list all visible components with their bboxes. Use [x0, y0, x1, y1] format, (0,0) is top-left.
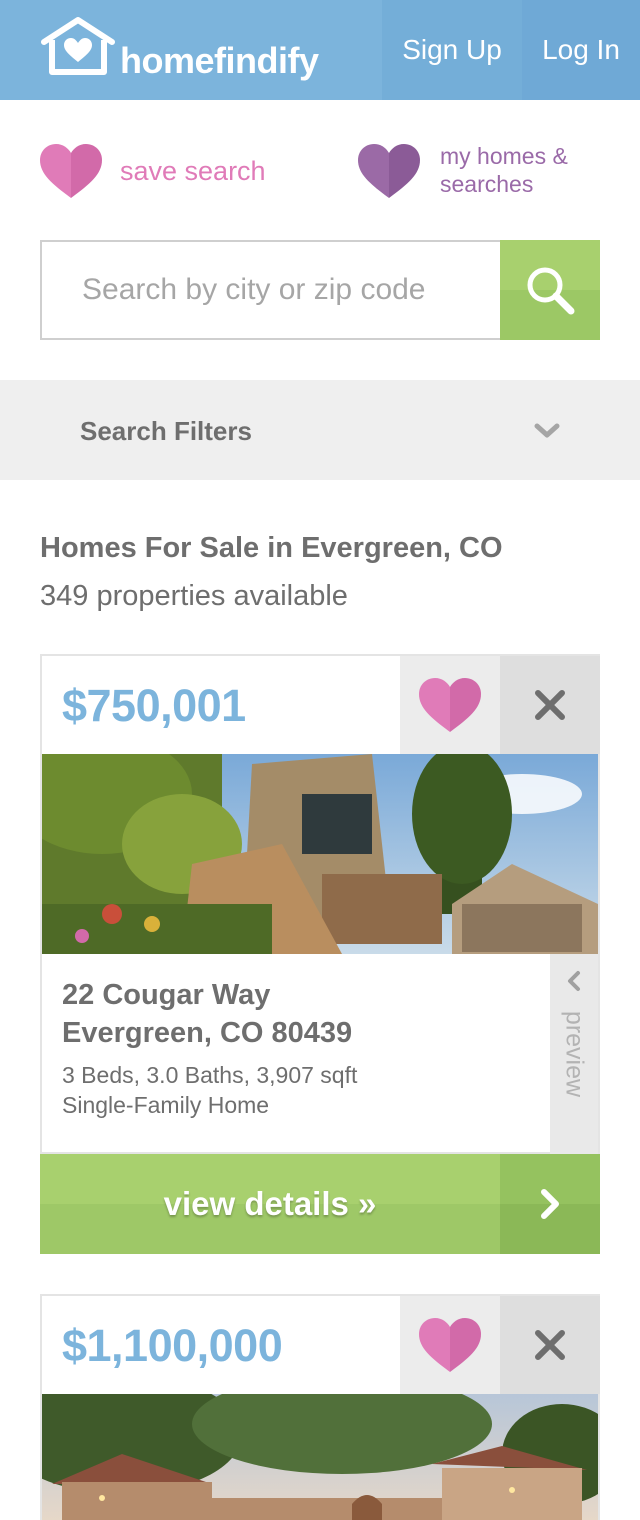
listing-specs: 3 Beds, 3.0 Baths, 3,907 sqft — [62, 1062, 358, 1088]
listing-address: 22 Cougar Way Evergreen, CO 80439 — [62, 976, 542, 1052]
preview-label: preview — [560, 1010, 589, 1098]
my-homes-label: my homes & searches — [440, 143, 568, 197]
listing-price: $1,100,000 — [62, 1320, 283, 1371]
sign-up-button[interactable]: Sign Up — [382, 0, 522, 100]
listing-street: 22 Cougar Way — [62, 979, 271, 1011]
listing-photo[interactable] — [42, 1394, 598, 1520]
house-heart-icon — [41, 17, 115, 75]
heart-icon — [419, 678, 481, 732]
listing-photo[interactable] — [42, 754, 598, 954]
view-details-arrow[interactable] — [500, 1154, 600, 1254]
listing-card-header: $1,100,000 — [42, 1296, 600, 1394]
preview-tab[interactable]: preview — [550, 954, 598, 1154]
chevron-right-icon — [541, 1189, 559, 1219]
save-search-button[interactable]: save search — [40, 140, 320, 200]
brand-name: homefindify — [120, 40, 319, 81]
listing-city: Evergreen, CO 80439 — [62, 1017, 353, 1049]
hide-listing-button[interactable] — [500, 656, 600, 754]
log-in-button[interactable]: Log In — [522, 0, 640, 100]
close-icon — [535, 690, 565, 720]
save-search-label: save search — [120, 156, 266, 186]
my-homes-button[interactable]: my homes & searches — [358, 140, 618, 206]
page: homefindify Sign Up Log In save search m… — [0, 0, 640, 1520]
search-button[interactable] — [500, 240, 600, 340]
favorite-button[interactable] — [400, 1296, 500, 1394]
heart-icon — [358, 144, 420, 198]
results-count: 349 properties available — [40, 580, 348, 612]
search-input[interactable] — [40, 240, 502, 340]
listing-card: $1,100,000 — [40, 1294, 600, 1520]
listing-info[interactable]: 22 Cougar Way Evergreen, CO 80439 3 Beds… — [42, 954, 598, 1154]
listing-price: $750,001 — [62, 680, 246, 731]
hide-listing-button[interactable] — [500, 1296, 600, 1394]
heart-icon — [40, 144, 102, 198]
close-icon — [535, 1330, 565, 1360]
view-details-main[interactable]: view details » — [40, 1154, 500, 1254]
results-title: Homes For Sale in Evergreen, CO — [40, 532, 503, 564]
view-details-label: view details » — [163, 1185, 377, 1222]
view-details-button[interactable]: view details » — [40, 1154, 600, 1254]
search-icon — [527, 267, 575, 315]
chevron-down-icon — [534, 423, 560, 438]
favorite-button[interactable] — [400, 656, 500, 754]
search-filters-label: Search Filters — [80, 416, 252, 446]
listing-card: $750,001 22 Cougar Way Evergreen, CO 804… — [40, 654, 600, 1154]
app-header: homefindify Sign Up Log In — [0, 0, 640, 100]
listing-type: Single-Family Home — [62, 1092, 270, 1118]
listing-card-header: $750,001 — [42, 656, 600, 754]
heart-icon — [419, 1318, 481, 1372]
chevron-left-icon — [568, 971, 580, 991]
